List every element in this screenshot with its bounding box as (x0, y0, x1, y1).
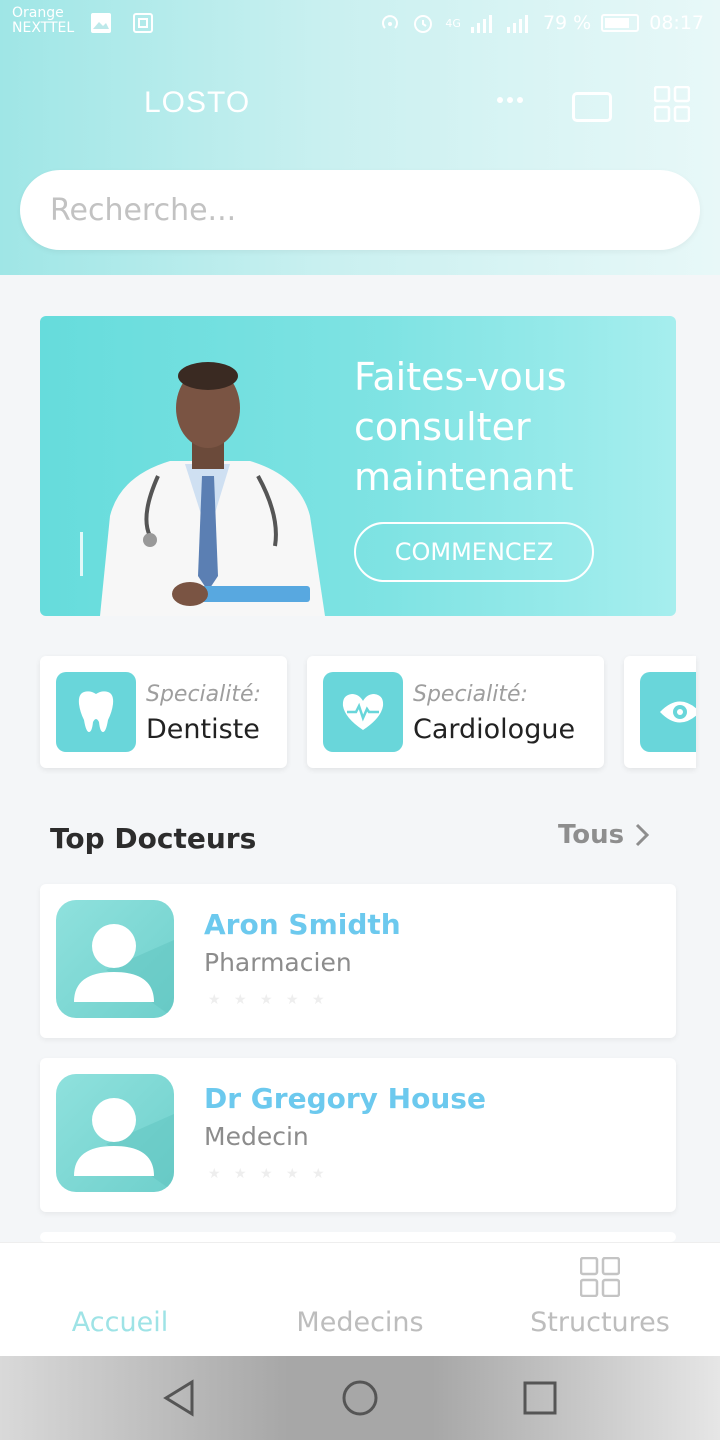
heart-icon-box (323, 672, 403, 752)
avatar (56, 1074, 174, 1192)
banner-title-line-3: maintenant (354, 455, 574, 499)
battery-icon (601, 14, 640, 32)
banner-title-line-2: consulter (354, 405, 531, 449)
top-doctors-title: Top Docteurs (50, 822, 257, 855)
nav-structures[interactable]: Structures (480, 1307, 720, 1338)
heart-pulse-icon (342, 694, 384, 730)
star-icon: ★ (260, 992, 273, 1008)
star-icon: ★ (260, 1166, 273, 1182)
recent-apps-icon[interactable] (518, 1376, 562, 1420)
speciality-card-eye[interactable] (624, 656, 696, 768)
speciality-label: Specialité: (146, 682, 261, 707)
speciality-value: Dentiste (146, 714, 260, 745)
speciality-card-dentiste[interactable]: Specialité: Dentiste (40, 656, 287, 768)
promo-banner[interactable]: Faites-vous consulter maintenant COMMENC… (40, 316, 676, 616)
screenshot-notification-icon (133, 13, 153, 33)
search-bar[interactable] (20, 170, 700, 250)
user-avatar-icon (74, 924, 174, 1018)
star-icon: ★ (286, 1166, 299, 1182)
clock: 08:17 (649, 12, 704, 34)
grid-view-icon[interactable] (654, 86, 690, 122)
user-avatar-icon (74, 1098, 174, 1192)
start-button[interactable]: COMMENCEZ (354, 522, 594, 582)
speciality-label: Specialité: (413, 682, 528, 707)
system-navigation-bar (0, 1356, 720, 1440)
speciality-card-cardiologue[interactable]: Specialité: Cardiologue (307, 656, 604, 768)
see-all-label: Tous (558, 820, 625, 850)
tooth-icon (78, 691, 114, 732)
carrier-network-name: NEXTTEL (12, 20, 75, 36)
chevron-right-icon (636, 823, 650, 847)
bottom-navigation: Accueil Medecins Structures (0, 1242, 720, 1356)
star-icon: ★ (234, 1166, 247, 1182)
structures-grid-icon (580, 1257, 620, 1297)
back-icon[interactable] (158, 1376, 202, 1420)
doctor-name: Aron Smidth (204, 908, 401, 941)
star-icon: ★ (286, 992, 299, 1008)
star-icon: ★ (234, 992, 247, 1008)
star-icon: ★ (208, 1166, 221, 1182)
speciality-value: Cardiologue (413, 714, 576, 745)
avatar (56, 900, 174, 1018)
rating-stars: ★ ★ ★ ★ ★ (208, 992, 328, 1008)
home-icon[interactable] (338, 1376, 382, 1420)
doctor-card[interactable]: Dr Gregory House Medecin ★ ★ ★ ★ ★ (40, 1058, 676, 1212)
doctor-illustration (100, 362, 325, 616)
carrier-label: Orange NEXTTEL (12, 6, 74, 36)
app-bar: LOSTO (0, 70, 720, 140)
signal-icon (470, 15, 492, 33)
network-type-label: 4G (445, 16, 461, 30)
battery-percent: 79 % (542, 12, 592, 34)
alarm-icon (414, 15, 433, 33)
doctor-card[interactable]: Aron Smidth Pharmacien ★ ★ ★ ★ ★ (40, 884, 676, 1038)
doctor-card-partial (40, 1232, 676, 1242)
app-title: LOSTO (144, 86, 251, 119)
status-icons: 4G 79 % 08:17 (379, 11, 704, 35)
doctor-role: Pharmacien (204, 948, 352, 977)
star-icon: ★ (312, 1166, 325, 1182)
tooth-icon-box (56, 672, 136, 752)
header: Orange NEXTTEL 4G 79 % 08:17 LOSTO Reche… (0, 0, 720, 275)
tablet-view-icon[interactable] (572, 92, 612, 122)
image-notification-icon (91, 13, 111, 33)
doctor-name: Dr Gregory House (204, 1082, 486, 1115)
eye-icon (660, 701, 696, 723)
banner-title: Faites-vous consulter maintenant (354, 352, 654, 502)
status-bar: Orange NEXTTEL 4G 79 % 08:17 (0, 0, 720, 50)
hotspot-icon (382, 15, 399, 29)
nav-medecins[interactable]: Medecins (240, 1307, 480, 1338)
rating-stars: ★ ★ ★ ★ ★ (208, 1166, 328, 1182)
carrier-name: Orange (12, 5, 64, 21)
more-options-icon[interactable] (496, 90, 524, 110)
eye-icon-box (640, 672, 696, 752)
star-icon: ★ (312, 992, 325, 1008)
search-input[interactable] (20, 170, 700, 250)
see-all-link[interactable]: Tous (558, 820, 650, 850)
banner-title-line-1: Faites-vous (354, 355, 567, 399)
signal-icon-2 (506, 15, 528, 33)
nav-accueil[interactable]: Accueil (0, 1307, 240, 1338)
doctor-role: Medecin (204, 1122, 309, 1151)
star-icon: ★ (208, 992, 221, 1008)
